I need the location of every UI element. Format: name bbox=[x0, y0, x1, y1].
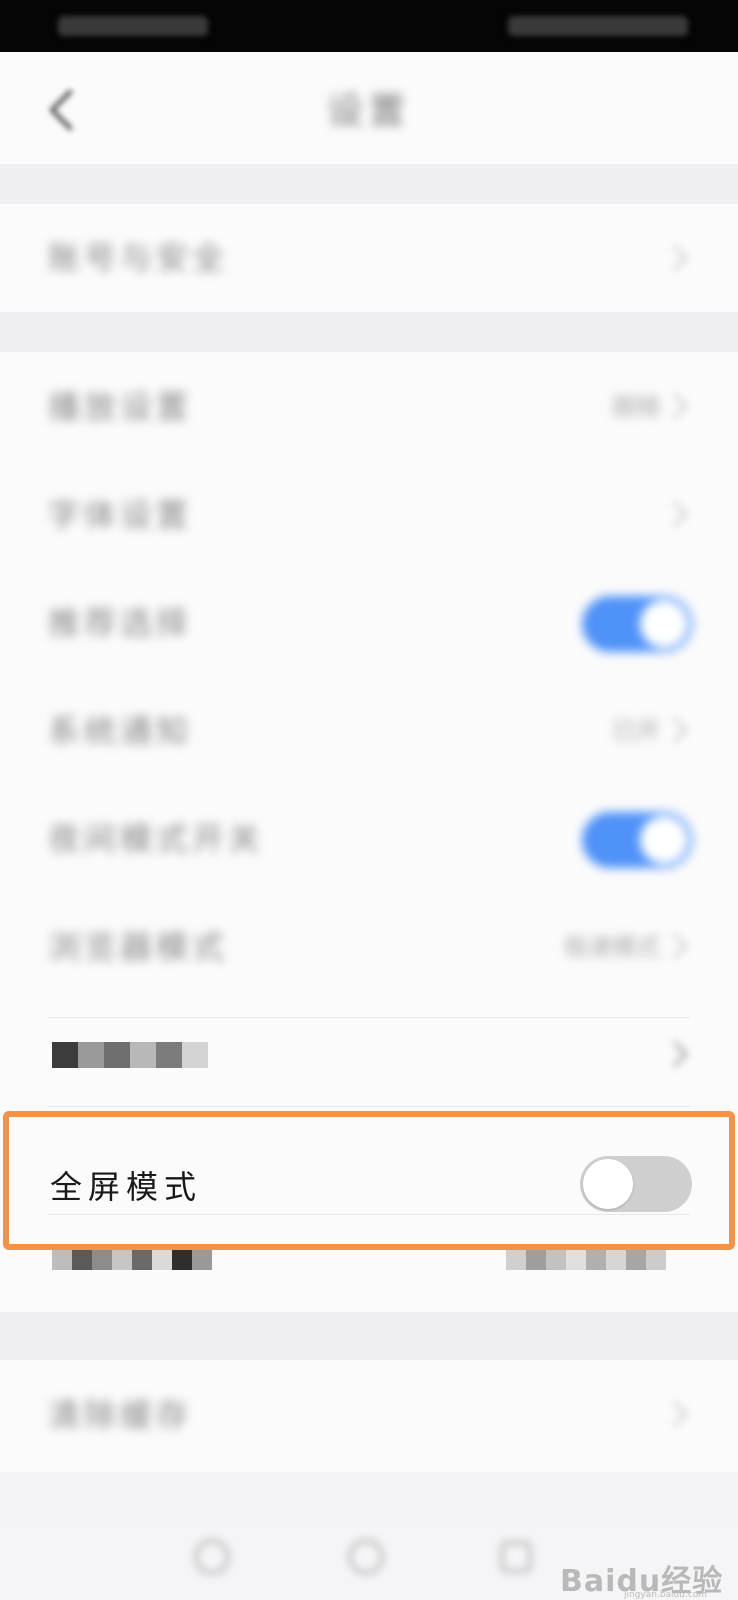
setting-value: 极速模式 bbox=[564, 933, 660, 961]
setting-row-playback[interactable]: 播放设置 跟随 bbox=[0, 352, 738, 462]
toggle-switch-on[interactable] bbox=[582, 812, 692, 868]
chevron-right-icon bbox=[672, 1400, 689, 1428]
profile-icon[interactable] bbox=[494, 1535, 538, 1579]
divider bbox=[48, 1106, 690, 1107]
chevron-right-icon bbox=[672, 932, 689, 960]
settings-group-account: 账号与安全 bbox=[0, 204, 738, 312]
setting-row-cache[interactable]: 清除缓存 bbox=[0, 1360, 738, 1470]
setting-label: 播放设置 bbox=[48, 388, 193, 426]
setting-row-font[interactable]: 字体设置 bbox=[0, 460, 738, 570]
setting-label: 推荐选择 bbox=[48, 604, 193, 642]
section-gap bbox=[0, 1312, 738, 1360]
setting-row-browser[interactable]: 浏览器模式 极速模式 bbox=[0, 892, 738, 1002]
setting-value: 跟随 bbox=[612, 393, 660, 421]
toggle-switch-on[interactable] bbox=[582, 596, 692, 652]
highlight-box bbox=[3, 1111, 735, 1250]
setting-row-notification[interactable]: 系统通知 已开 bbox=[0, 676, 738, 786]
page-title: 设置 bbox=[326, 91, 411, 132]
chevron-right-icon bbox=[672, 500, 689, 528]
baidu-watermark-url: jingyan.baidu.com bbox=[624, 1590, 708, 1600]
toggle-knob bbox=[640, 816, 688, 864]
chevron-right-icon bbox=[672, 244, 689, 272]
setting-value: 已开 bbox=[612, 717, 660, 745]
status-right-blob bbox=[508, 16, 688, 36]
section-gap bbox=[0, 312, 738, 352]
header: 设置 bbox=[0, 52, 738, 164]
compass-icon[interactable] bbox=[344, 1535, 388, 1579]
section-gap bbox=[0, 164, 738, 204]
settings-group-cache: 清除缓存 bbox=[0, 1360, 738, 1472]
setting-row-account[interactable]: 账号与安全 bbox=[0, 204, 738, 312]
setting-row-recommend: 推荐选择 bbox=[0, 568, 738, 678]
home-icon[interactable] bbox=[190, 1535, 234, 1579]
setting-label: 账号与安全 bbox=[48, 239, 229, 277]
chevron-right-icon bbox=[672, 392, 689, 420]
chevron-right-icon bbox=[672, 1040, 689, 1068]
status-left-blob bbox=[58, 16, 208, 36]
setting-row-pixelated-upper[interactable] bbox=[0, 998, 738, 1108]
chevron-right-icon bbox=[672, 716, 689, 744]
status-bar bbox=[0, 0, 738, 52]
pixelated-label bbox=[52, 1042, 208, 1068]
setting-label: 清除缓存 bbox=[48, 1396, 193, 1434]
toggle-knob bbox=[640, 600, 688, 648]
setting-label: 字体设置 bbox=[48, 496, 193, 534]
setting-label: 浏览器模式 bbox=[48, 928, 229, 966]
setting-label: 夜间模式开关 bbox=[48, 820, 265, 858]
setting-label: 系统通知 bbox=[48, 712, 193, 750]
setting-row-night: 夜间模式开关 bbox=[0, 784, 738, 894]
